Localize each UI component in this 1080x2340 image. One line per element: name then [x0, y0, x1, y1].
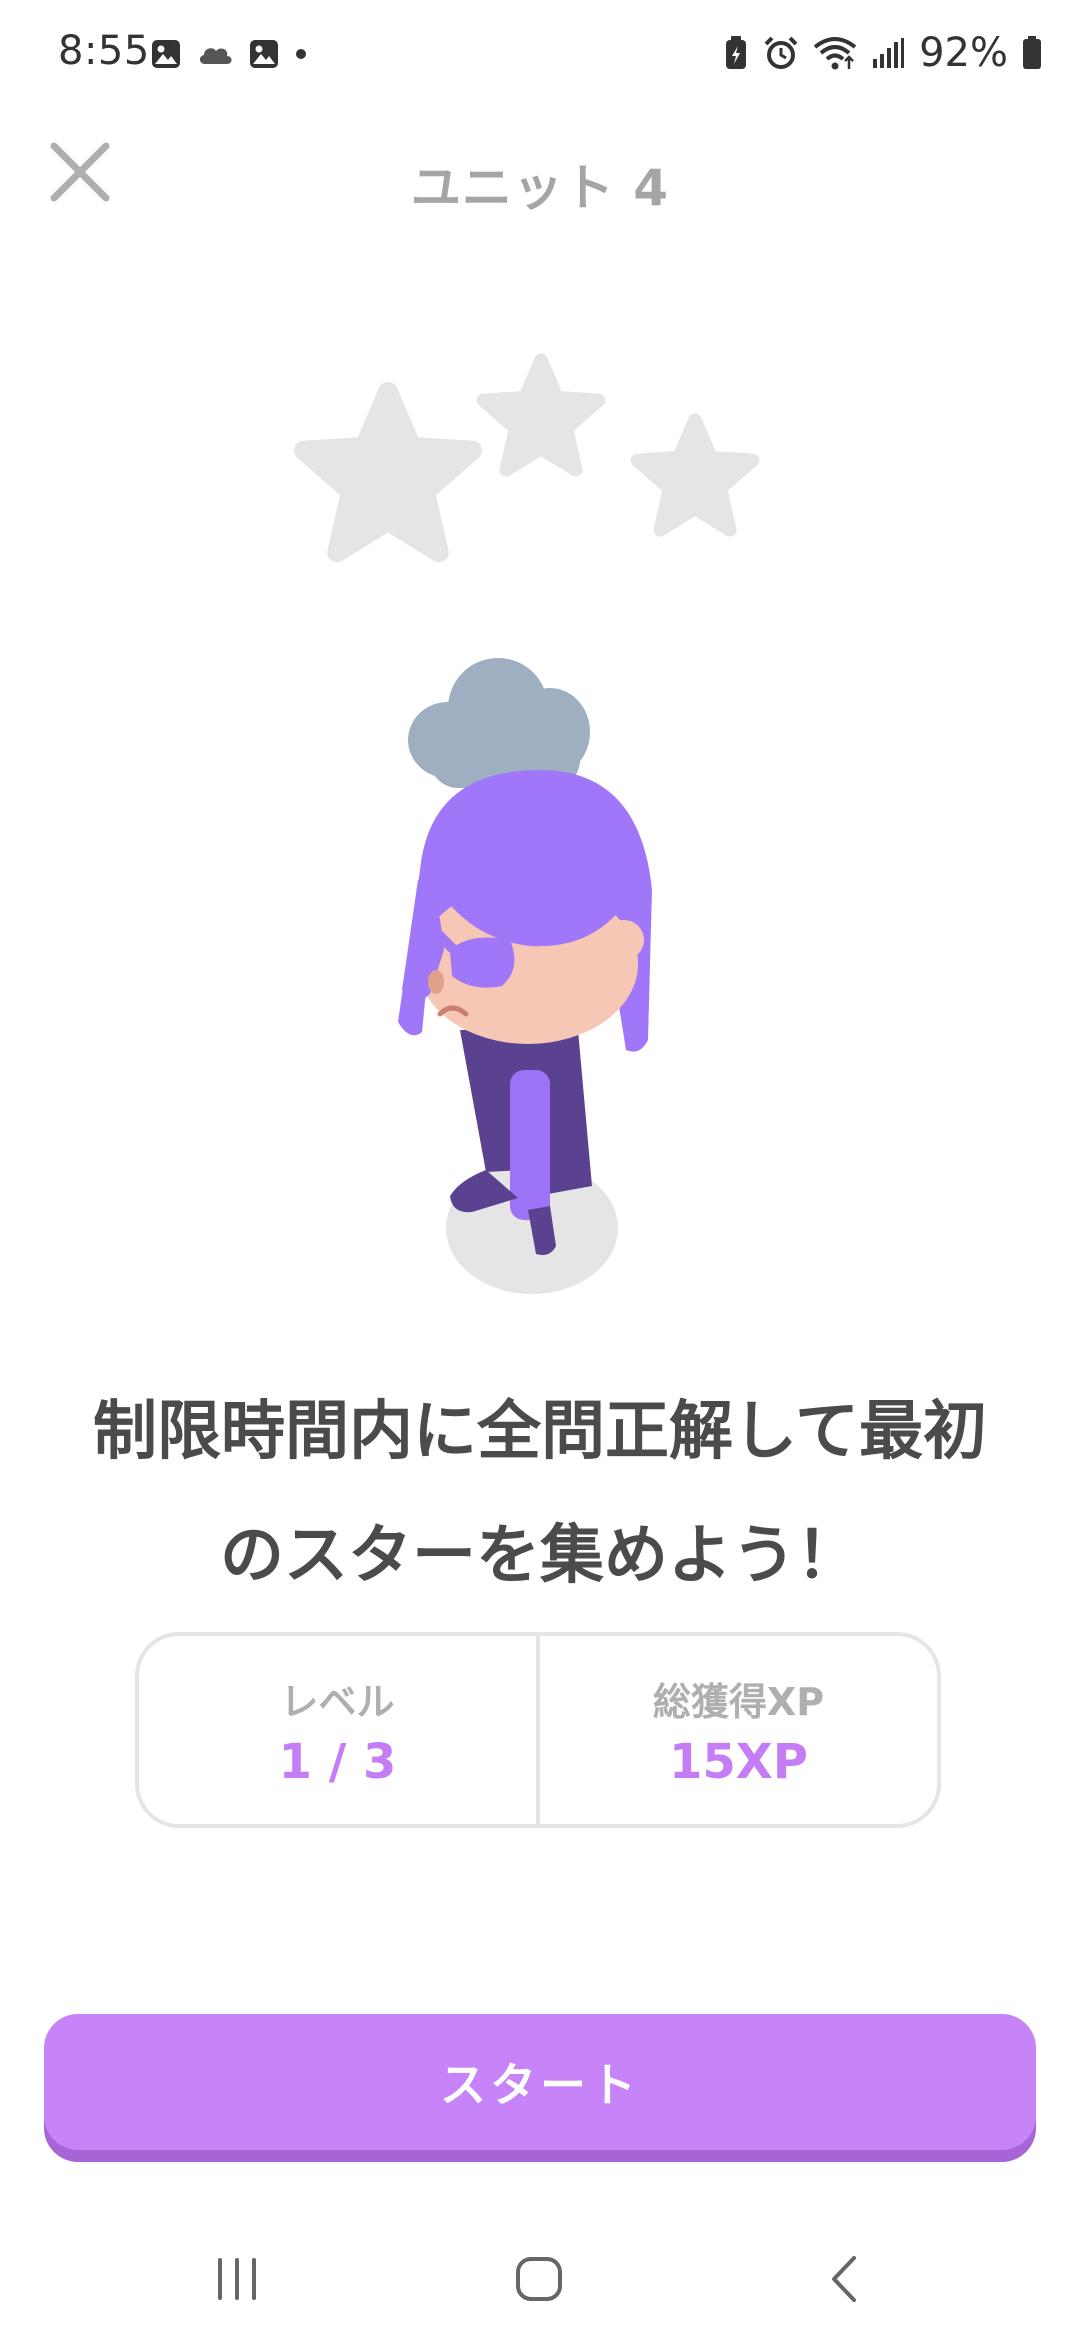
battery-percentage: 92% [919, 30, 1008, 76]
level-stat: レベル 1 / 3 [139, 1636, 536, 1824]
image-icon [150, 38, 182, 70]
start-button[interactable]: スタート [44, 2014, 1036, 2150]
wifi-icon [813, 35, 857, 71]
character-cheek [428, 970, 444, 994]
cloud-icon [196, 40, 234, 68]
unit-title: ユニット 4 [410, 159, 670, 217]
dot-icon [294, 47, 308, 61]
instruction-message: 制限時間内に全問正解して最初 のスターを集めよう！ [60, 1370, 1020, 1618]
level-label: レベル [280, 1679, 395, 1724]
home-button[interactable] [512, 2254, 566, 2304]
battery-saver-icon [723, 35, 749, 71]
recent-apps-icon [218, 2258, 256, 2300]
image-icon [248, 38, 280, 70]
home-icon [516, 2257, 562, 2301]
back-button[interactable] [822, 2254, 868, 2304]
character-illustration [390, 650, 690, 1310]
status-system-icons: 92% [723, 30, 1042, 76]
xp-stat: 総獲得XP 15XP [540, 1636, 937, 1824]
character-eye-patch [450, 937, 515, 988]
back-icon [832, 2256, 856, 2302]
battery-icon [1022, 36, 1042, 70]
xp-value: 15XP [669, 1733, 808, 1790]
stats-card: レベル 1 / 3 総獲得XP 15XP [135, 1632, 941, 1828]
navigation-bar [0, 2220, 1080, 2340]
recent-apps-button[interactable] [212, 2254, 262, 2304]
instruction-line-2: のスターを集めよう！ [220, 1519, 860, 1593]
star-icon [628, 412, 762, 542]
status-bar: 8:55 92% [0, 0, 1080, 110]
star-icon [290, 380, 486, 570]
status-time: 8:55 [58, 28, 150, 74]
rain-cloud [408, 658, 590, 788]
status-notification-icons [150, 38, 308, 70]
alarm-icon [763, 35, 799, 71]
level-value: 1 / 3 [278, 1733, 397, 1790]
instruction-line-1: 制限時間内に全問正解して最初 [92, 1395, 988, 1469]
xp-label: 総獲得XP [652, 1679, 825, 1724]
character-ear [604, 920, 644, 960]
signal-icon [871, 37, 905, 69]
star-icon [474, 352, 608, 482]
